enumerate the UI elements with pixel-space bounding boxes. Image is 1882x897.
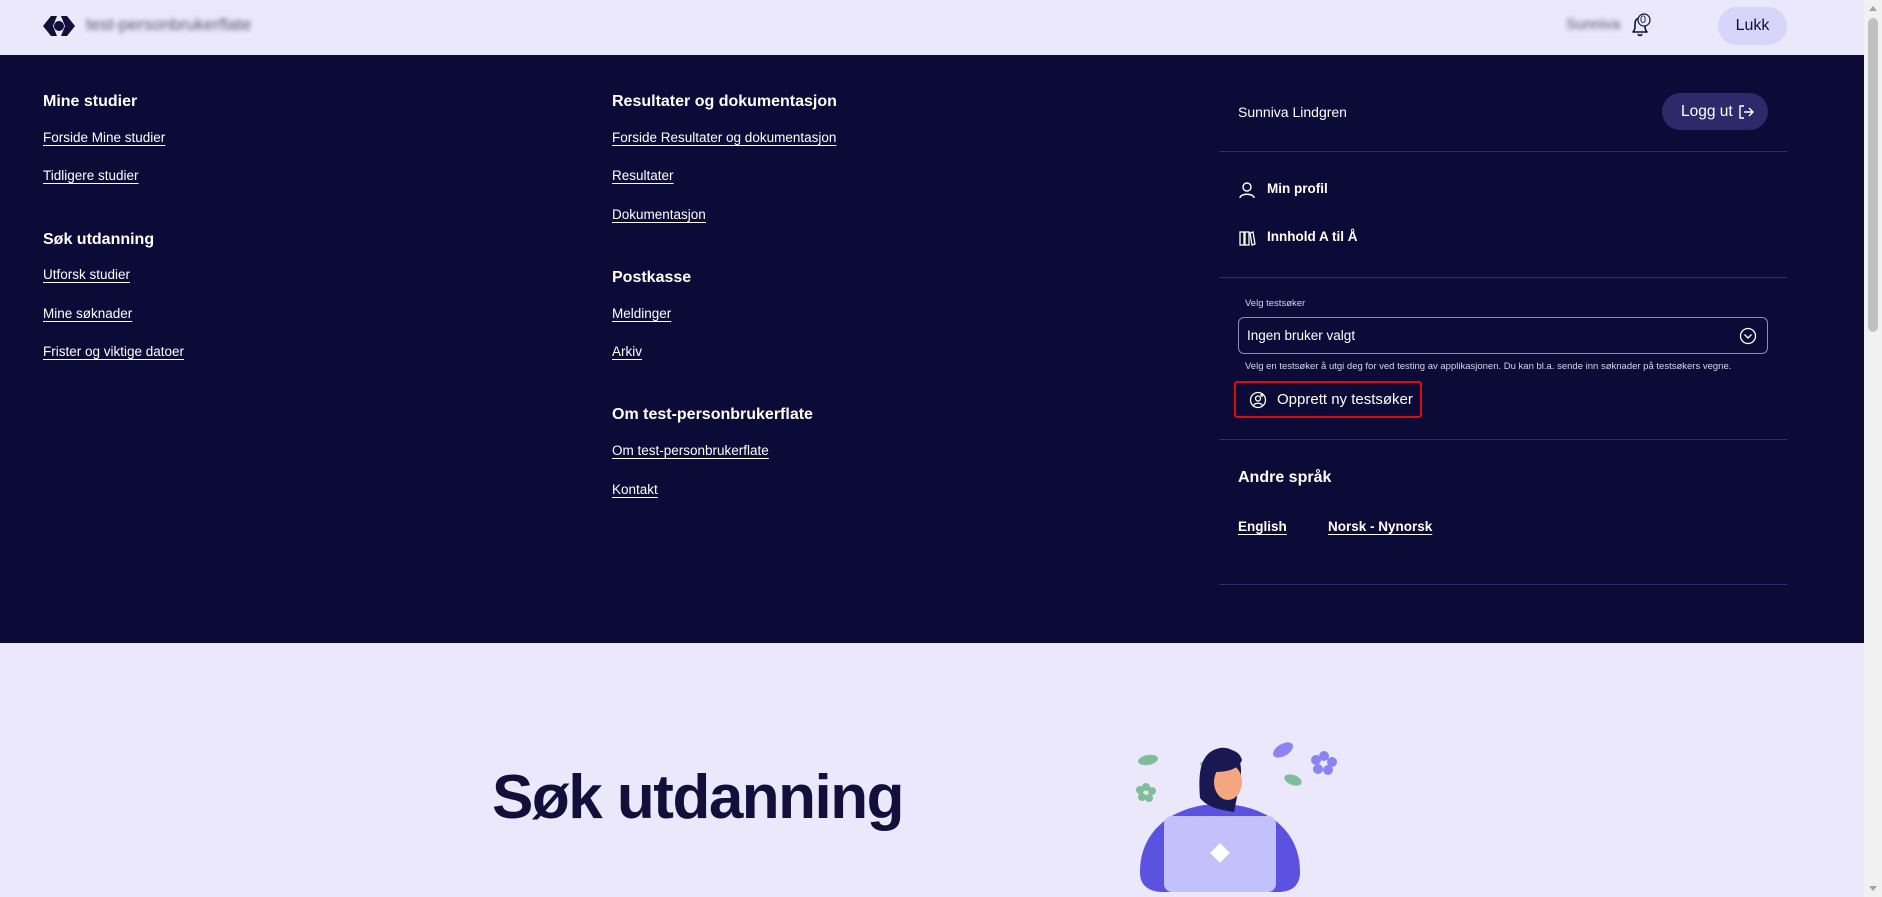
create-test-user-label: Opprett ny testsøker (1277, 391, 1413, 408)
divider (1219, 439, 1787, 440)
section-title-mine-studier: Mine studier (43, 93, 138, 110)
language-english-link[interactable]: English (1238, 519, 1287, 534)
top-bar: test-personbrukerflate Sunniva 0 Lukk (0, 0, 1864, 55)
user-short-name: Sunniva (1566, 16, 1621, 33)
test-user-label: Velg testsøker (1245, 298, 1306, 309)
link-tidligere-studier[interactable]: Tidligere studier (43, 168, 139, 183)
link-resultater[interactable]: Resultater (612, 168, 674, 183)
close-menu-button[interactable]: Lukk (1718, 7, 1787, 45)
section-title-sok-utdanning: Søk utdanning (43, 231, 155, 248)
test-user-help-text: Velg en testsøker å utgi deg for ved tes… (1245, 361, 1732, 372)
link-mine-soknader[interactable]: Mine søknader (43, 306, 132, 321)
innhold-label: Innhold A til Å (1267, 229, 1358, 244)
language-nynorsk-link[interactable]: Norsk - Nynorsk (1328, 519, 1432, 534)
link-frister[interactable]: Frister og viktige datoer (43, 344, 184, 359)
link-kontakt[interactable]: Kontakt (612, 482, 658, 497)
page-scrollbar[interactable] (1864, 0, 1882, 897)
logo-icon[interactable] (43, 16, 75, 36)
divider (1219, 277, 1787, 278)
section-title-postkasse: Postkasse (612, 269, 692, 286)
logout-button[interactable]: Logg ut (1662, 93, 1768, 130)
notification-count: 0 (1639, 14, 1647, 26)
link-forside-mine-studier[interactable]: Forside Mine studier (43, 130, 165, 145)
section-title-resultater: Resultater og dokumentasjon (612, 93, 837, 110)
scroll-up-arrow-icon[interactable] (1869, 6, 1877, 11)
add-user-icon (1249, 391, 1267, 409)
link-dokumentasjon[interactable]: Dokumentasjon (612, 207, 706, 222)
site-name[interactable]: test-personbrukerflate (86, 16, 282, 34)
user-full-name: Sunniva Lindgren (1238, 104, 1347, 120)
divider (1219, 151, 1787, 152)
test-user-value: Ingen bruker valgt (1247, 328, 1356, 343)
person-icon (1239, 182, 1255, 199)
person-with-laptop-illustration (1136, 742, 1337, 892)
test-user-select[interactable]: Ingen bruker valgt (1238, 317, 1768, 354)
hero-title: Søk utdanning (492, 763, 905, 832)
link-forside-resultater[interactable]: Forside Resultater og dokumentasjon (612, 130, 836, 145)
divider (1219, 584, 1787, 585)
min-profil-label: Min profil (1267, 181, 1328, 196)
logout-icon (1739, 105, 1754, 119)
link-om-test-personbrukerflate[interactable]: Om test-personbrukerflate (612, 443, 769, 458)
link-meldinger[interactable]: Meldinger (612, 306, 671, 321)
books-icon (1239, 231, 1256, 246)
section-title-om: Om test-personbrukerflate (612, 406, 813, 423)
scroll-down-arrow-icon[interactable] (1869, 886, 1877, 891)
scroll-thumb[interactable] (1868, 18, 1878, 332)
chevron-down-icon (1739, 327, 1757, 345)
link-utforsk-studier[interactable]: Utforsk studier (43, 267, 130, 282)
link-arkiv[interactable]: Arkiv (612, 344, 642, 359)
logout-label: Logg ut (1681, 103, 1733, 120)
other-languages-title: Andre språk (1238, 469, 1332, 486)
create-test-user-button[interactable]: Opprett ny testsøker (1234, 381, 1422, 418)
